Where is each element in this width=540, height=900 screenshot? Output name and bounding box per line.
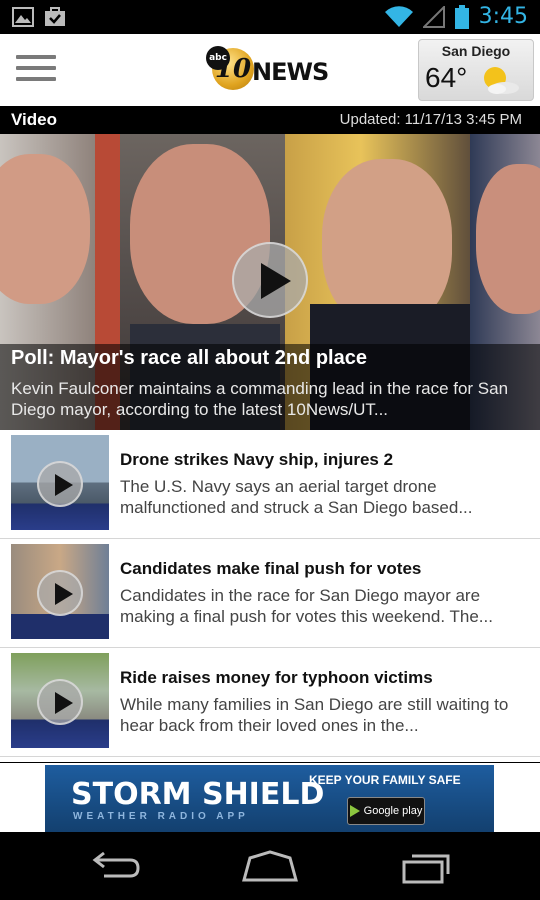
featured-video[interactable]: Poll: Mayor's race all about 2nd place K… <box>0 134 540 430</box>
google-play-badge: Google play <box>347 797 425 825</box>
story-description: The U.S. Navy says an aerial target dron… <box>120 477 473 517</box>
ad-tagline: KEEP YOUR FAMILY SAFE <box>309 773 461 787</box>
ad-brand: STORM SHIELD <box>71 777 325 812</box>
status-bar: 3:45 <box>0 0 540 34</box>
ad-area: STORM SHIELD WEATHER RADIO APP KEEP YOUR… <box>0 762 540 832</box>
weather-temp: 64° <box>425 62 468 93</box>
story-thumbnail <box>11 653 109 748</box>
section-bar: Video Updated: 11/17/13 3:45 PM <box>0 106 540 134</box>
menu-icon[interactable] <box>16 55 56 85</box>
hero-title[interactable]: Poll: Mayor's race all about 2nd place <box>11 347 367 370</box>
abc-logo-badge: abc <box>206 46 230 70</box>
weather-widget[interactable]: San Diego 64° <box>418 39 534 101</box>
story-description: While many families in San Diego are sti… <box>120 695 509 735</box>
home-icon[interactable] <box>240 850 300 884</box>
ad-subtitle: WEATHER RADIO APP <box>73 811 249 822</box>
story-item[interactable]: Candidates make final push for votes Can… <box>0 539 540 648</box>
battery-icon <box>454 4 469 29</box>
gallery-notification-icon <box>12 7 34 27</box>
partly-sunny-icon <box>484 67 519 94</box>
updated-timestamp: Updated: 11/17/13 3:45 PM <box>339 111 522 128</box>
play-icon <box>37 679 83 725</box>
story-title: Ride raises money for typhoon victims <box>120 668 433 687</box>
back-icon[interactable] <box>84 850 144 884</box>
app-header: 10 abc NEWS San Diego 64° <box>0 34 540 106</box>
play-icon <box>37 570 83 616</box>
logo-text: NEWS <box>252 58 329 86</box>
story-title: Candidates make final push for votes <box>120 559 422 578</box>
store-label: Google play <box>363 805 423 817</box>
play-icon <box>37 461 83 507</box>
story-item[interactable]: Ride raises money for typhoon victims Wh… <box>0 648 540 757</box>
weather-city: San Diego <box>441 43 511 59</box>
story-item[interactable]: Drone strikes Navy ship, injures 2 The U… <box>0 430 540 539</box>
recent-apps-icon[interactable] <box>398 850 458 884</box>
story-list: Drone strikes Navy ship, injures 2 The U… <box>0 430 540 762</box>
story-title: Drone strikes Navy ship, injures 2 <box>120 450 394 469</box>
hero-description: Kevin Faulconer maintains a commanding l… <box>11 379 509 419</box>
story-thumbnail <box>11 544 109 639</box>
download-complete-icon <box>45 7 65 26</box>
section-title: Video <box>11 110 57 129</box>
system-nav-bar <box>0 832 540 900</box>
ad-banner[interactable]: STORM SHIELD WEATHER RADIO APP KEEP YOUR… <box>45 765 494 832</box>
10news-logo: 10 abc NEWS <box>206 44 329 96</box>
story-thumbnail <box>11 435 109 530</box>
play-button[interactable] <box>232 242 308 318</box>
clock: 3:45 <box>478 4 528 29</box>
wifi-icon <box>384 5 413 27</box>
story-description: Candidates in the race for San Diego may… <box>120 586 493 626</box>
signal-icon <box>422 5 445 28</box>
play-store-icon <box>349 805 360 817</box>
